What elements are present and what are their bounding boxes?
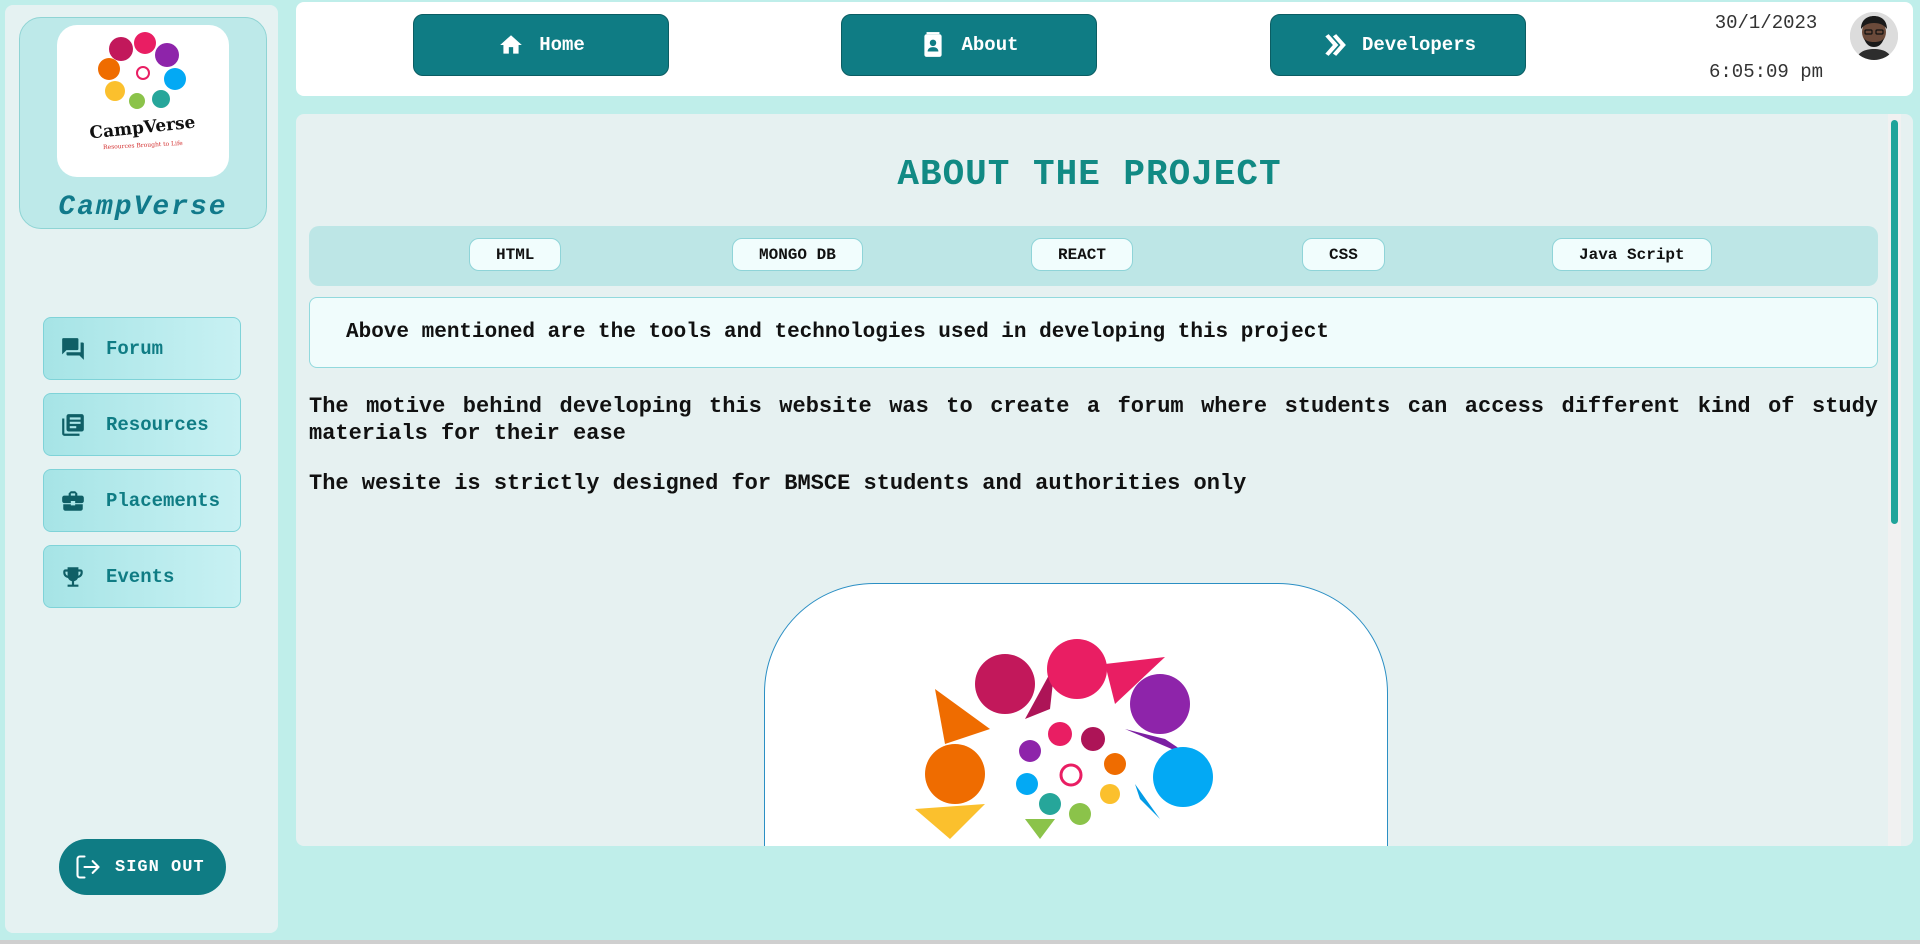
tech-badge-react: REACT — [1031, 238, 1134, 271]
sign-out-label: SIGN OUT — [115, 857, 205, 877]
logo-text: CampVerse — [89, 113, 197, 144]
sidebar-item-label: Events — [106, 565, 175, 588]
brand-name: CampVerse — [58, 192, 228, 223]
home-button-label: Home — [539, 34, 585, 56]
developers-button-label: Developers — [1361, 34, 1477, 56]
tech-badge-css: CSS — [1302, 238, 1385, 271]
sidebar-item-label: Forum — [106, 337, 164, 360]
technology-list: HTML MONGO DB REACT CSS Java Script — [309, 226, 1878, 286]
library-books-icon — [58, 410, 88, 440]
page-title: ABOUT THE PROJECT — [897, 154, 1282, 195]
audience-paragraph: The wesite is strictly designed for BMSC… — [309, 471, 1247, 496]
window-bottom-strip — [0, 940, 1920, 944]
home-button[interactable]: Home — [413, 14, 669, 76]
scrollbar-thumb[interactable] — [1891, 120, 1898, 524]
campverse-logo-icon: CampVerse Resources Brought to Life — [89, 32, 197, 151]
current-date: 30/1/2023 — [1714, 12, 1818, 34]
motive-paragraph: The motive behind developing this websit… — [309, 394, 1878, 446]
trophy-icon — [58, 562, 88, 592]
sidebar-item-resources[interactable]: Resources — [43, 393, 241, 456]
sign-out-button[interactable]: SIGN OUT — [59, 839, 226, 895]
sidebar-item-label: Placements — [106, 489, 221, 512]
about-button-label: About — [961, 34, 1019, 56]
brand-logo[interactable]: CampVerse Resources Brought to Life — [57, 25, 229, 177]
current-time: 6:05:09 pm — [1708, 61, 1824, 83]
technologies-note: Above mentioned are the tools and techno… — [309, 297, 1878, 368]
developers-button[interactable]: Developers — [1270, 14, 1526, 76]
forum-icon — [58, 334, 88, 364]
brand-card: CampVerse Resources Brought to Life Camp… — [19, 17, 267, 229]
double-chevron-right-icon — [1320, 31, 1348, 59]
project-logo-frame — [764, 583, 1388, 846]
sidebar-item-events[interactable]: Events — [43, 545, 241, 608]
logo-tagline: Resources Brought to Life — [103, 140, 183, 151]
contact-card-icon — [919, 31, 947, 59]
top-navbar: Home About Developers 30/1/2023 6:05:09 … — [296, 2, 1913, 96]
about-button[interactable]: About — [841, 14, 1097, 76]
home-icon — [497, 31, 525, 59]
tech-badge-javascript: Java Script — [1552, 238, 1712, 271]
tech-badge-html: HTML — [469, 238, 562, 271]
logout-icon — [73, 852, 103, 882]
sidebar-item-forum[interactable]: Forum — [43, 317, 241, 380]
sidebar-item-label: Resources — [106, 413, 209, 436]
content-scrollbar[interactable] — [1888, 114, 1901, 846]
avatar[interactable] — [1850, 12, 1898, 60]
note-text: Above mentioned are the tools and techno… — [346, 321, 1329, 344]
campverse-logo-large-icon — [915, 639, 1213, 839]
tech-badge-mongodb: MONGO DB — [732, 238, 863, 271]
user-avatar-icon — [1850, 12, 1898, 60]
sidebar-item-placements[interactable]: Placements — [43, 469, 241, 532]
sidebar: CampVerse Resources Brought to Life Camp… — [5, 5, 278, 933]
briefcase-icon — [58, 486, 88, 516]
about-panel: ABOUT THE PROJECT HTML MONGO DB REACT CS… — [296, 114, 1913, 846]
